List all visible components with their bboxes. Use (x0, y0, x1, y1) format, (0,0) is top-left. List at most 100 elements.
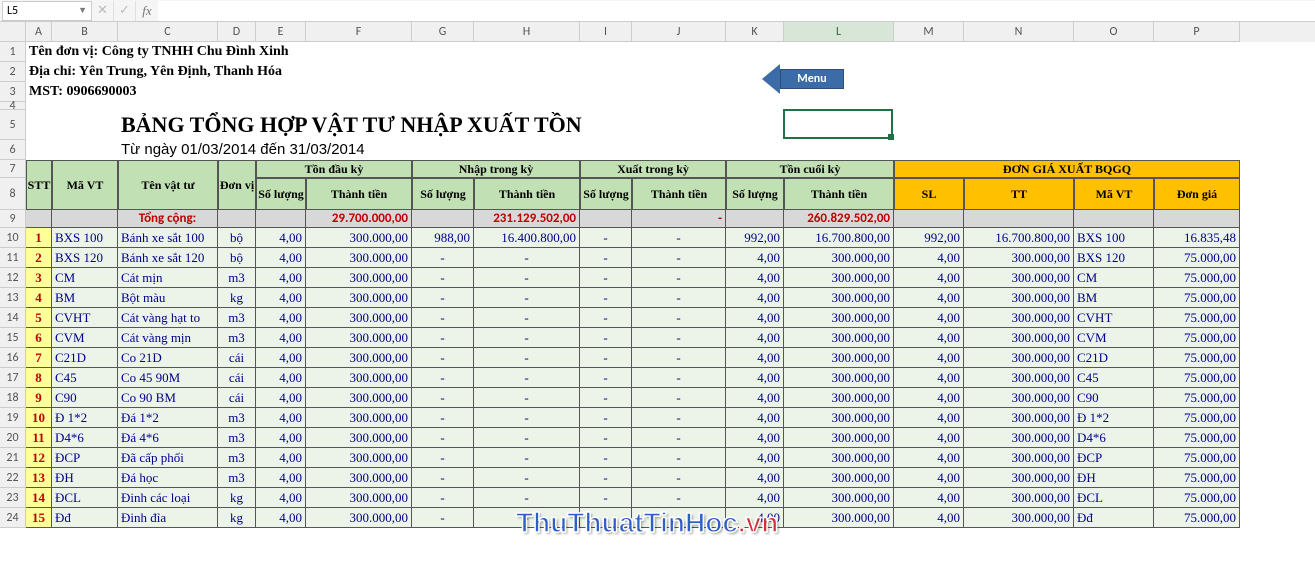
cell-G[interactable]: 988,00 (412, 228, 474, 248)
cell-J[interactable]: - (632, 368, 726, 388)
cell-O[interactable]: C45 (1074, 368, 1154, 388)
tot-K[interactable] (726, 210, 784, 228)
cell-J[interactable]: - (632, 488, 726, 508)
row-head-8[interactable]: 8 (0, 178, 26, 210)
cell-I[interactable]: - (580, 308, 632, 328)
cell-K[interactable]: 4,00 (726, 448, 784, 468)
cell-E[interactable]: 4,00 (256, 428, 306, 448)
cell-F[interactable]: 300.000,00 (306, 368, 412, 388)
cell-P[interactable]: 75.000,00 (1154, 388, 1240, 408)
tot-D[interactable] (218, 210, 256, 228)
row-head-2[interactable]: 2 (0, 62, 26, 82)
cell-E[interactable]: 4,00 (256, 368, 306, 388)
tot-L[interactable]: 260.829.502,00 (784, 210, 894, 228)
cell-O[interactable]: CVM (1074, 328, 1154, 348)
report-title[interactable]: BẢNG TỔNG HỢP VẬT TƯ NHẬP XUẤT TỒN (118, 110, 894, 140)
cell-E[interactable]: 4,00 (256, 268, 306, 288)
cell-N[interactable]: 300.000,00 (964, 508, 1074, 528)
cell-K[interactable]: 992,00 (726, 228, 784, 248)
cell-E[interactable]: 4,00 (256, 508, 306, 528)
cell-P[interactable]: 75.000,00 (1154, 288, 1240, 308)
cell-mavt[interactable]: C45 (52, 368, 118, 388)
tot-O[interactable] (1074, 210, 1154, 228)
row-head-13[interactable]: 13 (0, 288, 26, 308)
cell-dv[interactable]: m3 (218, 448, 256, 468)
cell-K[interactable]: 4,00 (726, 388, 784, 408)
cell-L[interactable]: 300.000,00 (784, 308, 894, 328)
spacer[interactable] (26, 140, 118, 160)
cell-F[interactable]: 300.000,00 (306, 348, 412, 368)
cell-tenvt[interactable]: Bánh xe sắt 100 (118, 228, 218, 248)
cell-G[interactable]: - (412, 468, 474, 488)
cell-L[interactable]: 300.000,00 (784, 348, 894, 368)
row-head-23[interactable]: 23 (0, 488, 26, 508)
cell-O[interactable]: BXS 120 (1074, 248, 1154, 268)
cell-E[interactable]: 4,00 (256, 228, 306, 248)
col-head-J[interactable]: J (632, 22, 726, 42)
cell-N[interactable]: 300.000,00 (964, 308, 1074, 328)
cell-tenvt[interactable]: Co 90 BM (118, 388, 218, 408)
cell-J[interactable]: - (632, 428, 726, 448)
cell-P[interactable]: 75.000,00 (1154, 348, 1240, 368)
spacer[interactable] (26, 102, 1240, 110)
cell-I[interactable]: - (580, 228, 632, 248)
cell-F[interactable]: 300.000,00 (306, 268, 412, 288)
row-head-11[interactable]: 11 (0, 248, 26, 268)
cell-dv[interactable]: bộ (218, 248, 256, 268)
cell-N[interactable]: 300.000,00 (964, 328, 1074, 348)
cell-G[interactable]: - (412, 488, 474, 508)
cell-mavt[interactable]: Đ 1*2 (52, 408, 118, 428)
cell-L[interactable]: 300.000,00 (784, 468, 894, 488)
cell-G[interactable]: - (412, 348, 474, 368)
cell-N[interactable]: 300.000,00 (964, 348, 1074, 368)
cell-K[interactable]: 4,00 (726, 508, 784, 528)
cell-dv[interactable]: m3 (218, 308, 256, 328)
cell-tenvt[interactable]: Cát vàng hạt to (118, 308, 218, 328)
cell-mavt[interactable]: BXS 100 (52, 228, 118, 248)
cell-N[interactable]: 300.000,00 (964, 288, 1074, 308)
cell-J[interactable]: - (632, 328, 726, 348)
cell-H[interactable]: - (474, 428, 580, 448)
cell-K[interactable]: 4,00 (726, 408, 784, 428)
cell-N[interactable]: 16.700.800,00 (964, 228, 1074, 248)
cell-J[interactable]: - (632, 308, 726, 328)
cell-P[interactable]: 75.000,00 (1154, 248, 1240, 268)
cell-L[interactable]: 300.000,00 (784, 328, 894, 348)
row-head-9[interactable]: 9 (0, 210, 26, 228)
row-head-4[interactable]: 4 (0, 102, 26, 110)
cell-N[interactable]: 300.000,00 (964, 408, 1074, 428)
cell-tenvt[interactable]: Bánh xe sắt 120 (118, 248, 218, 268)
cell-L[interactable]: 300.000,00 (784, 508, 894, 528)
cell-dv[interactable]: m3 (218, 408, 256, 428)
row-head-10[interactable]: 10 (0, 228, 26, 248)
cell-mavt[interactable]: BXS 120 (52, 248, 118, 268)
row-head-1[interactable]: 1 (0, 42, 26, 62)
col-head-K[interactable]: K (726, 22, 784, 42)
col-head-M[interactable]: M (894, 22, 964, 42)
cell-F[interactable]: 300.000,00 (306, 308, 412, 328)
cell-O[interactable]: ĐCP (1074, 448, 1154, 468)
cell-L[interactable]: 300.000,00 (784, 368, 894, 388)
cell-tenvt[interactable]: Co 45 90M (118, 368, 218, 388)
cell-tenvt[interactable]: Đinh các loại (118, 488, 218, 508)
tot-P[interactable] (1154, 210, 1240, 228)
cell-F[interactable]: 300.000,00 (306, 248, 412, 268)
cell-tenvt[interactable]: Co 21D (118, 348, 218, 368)
cell-L[interactable]: 300.000,00 (784, 248, 894, 268)
cell-M[interactable]: 4,00 (894, 468, 964, 488)
cell-N[interactable]: 300.000,00 (964, 428, 1074, 448)
cell-L[interactable]: 300.000,00 (784, 448, 894, 468)
cell-F[interactable]: 300.000,00 (306, 448, 412, 468)
cell-O[interactable]: C90 (1074, 388, 1154, 408)
cell-stt[interactable]: 2 (26, 248, 52, 268)
cell-P[interactable]: 75.000,00 (1154, 448, 1240, 468)
cell-stt[interactable]: 12 (26, 448, 52, 468)
cell-O[interactable]: ĐH (1074, 468, 1154, 488)
cell-H[interactable]: - (474, 288, 580, 308)
cell-I[interactable]: - (580, 448, 632, 468)
cell-K[interactable]: 4,00 (726, 368, 784, 388)
col-head-D[interactable]: D (218, 22, 256, 42)
cell-E[interactable]: 4,00 (256, 488, 306, 508)
cell-G[interactable]: - (412, 408, 474, 428)
cell-F[interactable]: 300.000,00 (306, 228, 412, 248)
